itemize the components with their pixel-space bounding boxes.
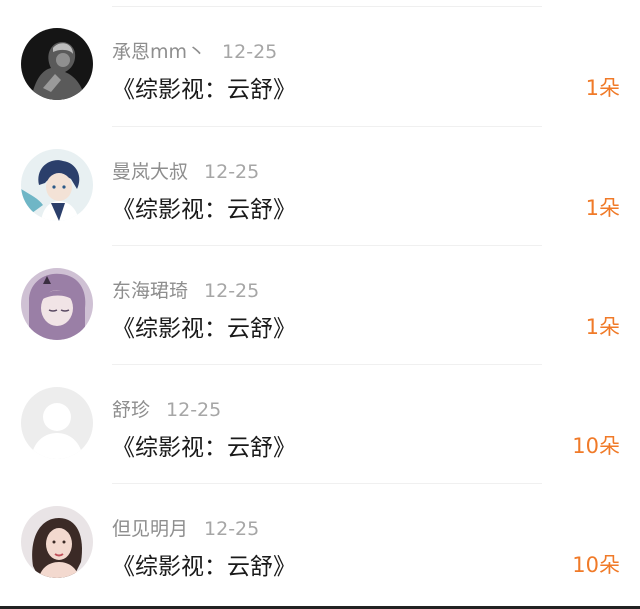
user-avatar[interactable] bbox=[21, 506, 93, 578]
item-title: 《综影视：云舒》 bbox=[112, 435, 296, 461]
item-title: 《综影视：云舒》 bbox=[112, 197, 296, 223]
date: 12-25 bbox=[222, 41, 278, 63]
item-title: 《综影视：云舒》 bbox=[112, 554, 296, 580]
user-name[interactable]: 东海珺琦 12-25 bbox=[112, 276, 259, 303]
user-avatar[interactable] bbox=[21, 268, 93, 340]
gift-list: 承恩mm丶 12-25 《综影视：云舒》 1朵 曼岚大叔 12-25 《综影视：云舒… bbox=[0, 0, 640, 609]
user-name[interactable]: 承恩mm丶 12-25 bbox=[112, 37, 277, 64]
list-item[interactable]: 但见明月 12-25 《综影视：云舒》 10朵 bbox=[0, 484, 640, 603]
flower-count: 10朵 bbox=[572, 553, 620, 577]
user-name[interactable]: 但见明月 12-25 bbox=[112, 514, 259, 541]
user-avatar[interactable] bbox=[21, 28, 93, 100]
item-title: 《综影视：云舒》 bbox=[112, 316, 296, 342]
flower-count: 1朵 bbox=[585, 76, 620, 100]
date: 12-25 bbox=[204, 280, 260, 302]
flower-count: 1朵 bbox=[585, 315, 620, 339]
date: 12-25 bbox=[204, 161, 260, 183]
date: 12-25 bbox=[204, 518, 260, 540]
default-avatar-icon[interactable] bbox=[21, 387, 93, 459]
item-title: 《综影视：云舒》 bbox=[112, 77, 296, 103]
list-item[interactable]: 东海珺琦 12-25 《综影视：云舒》 1朵 bbox=[0, 246, 640, 365]
flower-count: 1朵 bbox=[585, 196, 620, 220]
user-avatar[interactable] bbox=[21, 149, 93, 221]
divider bbox=[112, 6, 542, 7]
user-name[interactable]: 舒珍 12-25 bbox=[112, 395, 221, 422]
list-item[interactable]: 承恩mm丶 12-25 《综影视：云舒》 1朵 bbox=[0, 8, 640, 127]
date: 12-25 bbox=[166, 399, 222, 421]
flower-count: 10朵 bbox=[572, 434, 620, 458]
user-name[interactable]: 曼岚大叔 12-25 bbox=[112, 157, 259, 184]
list-item[interactable]: 曼岚大叔 12-25 《综影视：云舒》 1朵 bbox=[0, 127, 640, 246]
list-item[interactable]: 舒珍 12-25 《综影视：云舒》 10朵 bbox=[0, 365, 640, 484]
